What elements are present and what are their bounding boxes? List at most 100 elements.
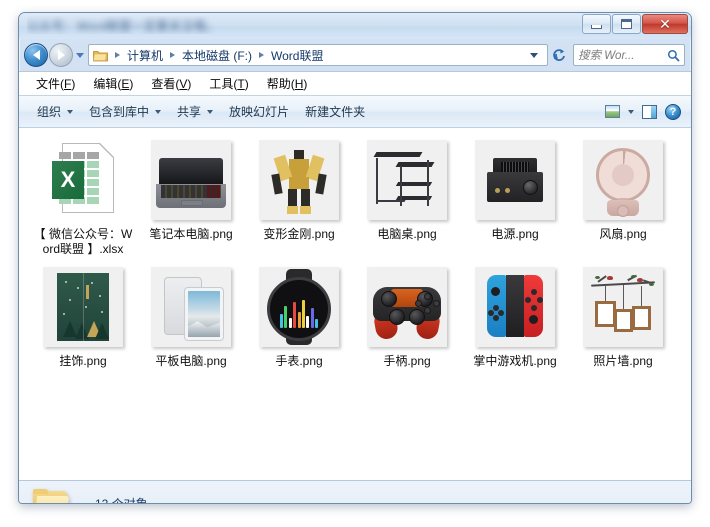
file-item-transformer[interactable]: 变形金刚.png: [245, 136, 353, 263]
minimize-button[interactable]: [582, 14, 611, 34]
breadcrumb-item-0[interactable]: 计算机: [125, 47, 165, 64]
window-title-text: 公众号：Word联盟一定要关注哦。: [27, 18, 219, 33]
toolbar-organize-button[interactable]: 组织: [29, 100, 81, 123]
address-dropdown-icon[interactable]: [530, 52, 538, 58]
folder-icon: [93, 50, 108, 61]
close-icon: ✕: [659, 16, 671, 32]
search-input[interactable]: 搜索 Wor...: [578, 47, 667, 63]
file-item-laptop[interactable]: 笔记本电脑.png: [137, 136, 245, 263]
search-box[interactable]: 搜索 Wor...: [573, 44, 685, 66]
file-thumbnail: [259, 267, 339, 347]
menu-bar: 文件(F) 编辑(E) 查看(V) 工具(T) 帮助(H): [19, 71, 691, 95]
handheld-console-image: [475, 267, 555, 347]
transformer-image: [259, 140, 339, 220]
file-thumbnail: [151, 267, 231, 347]
help-button[interactable]: ?: [661, 102, 685, 122]
file-thumbnail: X: [43, 140, 123, 220]
chevron-down-icon: [628, 109, 634, 114]
file-item-photo-wall[interactable]: 照片墙.png: [569, 263, 677, 388]
address-bar[interactable]: 计算机 本地磁盘 (F:) Word联盟: [88, 44, 548, 66]
file-name: 变形金刚.png: [263, 227, 335, 241]
file-grid-row-1: X 【 微信公众号：Word联盟 】.xlsx 笔记本电脑.png 变形金刚.p…: [19, 136, 691, 263]
file-item-desk[interactable]: 电脑桌.png: [353, 136, 461, 263]
file-name: 电脑桌.png: [377, 227, 437, 241]
file-thumbnail: [367, 140, 447, 220]
file-name: 笔记本电脑.png: [149, 227, 233, 241]
back-button[interactable]: [24, 43, 48, 67]
minimize-icon: [591, 24, 602, 29]
file-name: 电源.png: [491, 227, 539, 241]
toolbar-include-in-library-label: 包含到库中: [89, 105, 150, 119]
toolbar-share-button[interactable]: 共享: [169, 100, 221, 123]
toolbar-new-folder-button[interactable]: 新建文件夹: [297, 100, 373, 123]
file-item-gamepad[interactable]: 手柄.png: [353, 263, 461, 388]
view-mode-icon: [605, 105, 620, 118]
power-supply-image: [475, 140, 555, 220]
forward-button[interactable]: [49, 43, 73, 67]
watch-image: [259, 267, 339, 347]
refresh-button[interactable]: [549, 44, 569, 66]
change-view-dropdown[interactable]: [624, 108, 638, 116]
toolbar: 组织 包含到库中 共享 放映幻灯片 新建文件夹 ?: [19, 95, 691, 128]
status-bar: 12 个对象: [19, 480, 691, 504]
file-thumbnail: [475, 267, 555, 347]
breadcrumb-item-1[interactable]: 本地磁盘 (F:): [180, 47, 254, 64]
file-item-ornament[interactable]: 挂饰.png: [29, 263, 137, 388]
address-bar-row: 计算机 本地磁盘 (F:) Word联盟 搜索 Wor...: [19, 39, 691, 71]
close-button[interactable]: ✕: [642, 14, 688, 34]
arrow-left-icon: [32, 50, 40, 60]
file-item-power-supply[interactable]: 电源.png: [461, 136, 569, 263]
file-thumbnail: [259, 140, 339, 220]
menu-item-tools[interactable]: 工具(T): [200, 73, 257, 94]
toolbar-slideshow-label: 放映幻灯片: [229, 105, 290, 119]
breadcrumb: 计算机 本地磁盘 (F:) Word联盟: [93, 47, 526, 64]
file-grid-row-2: 挂饰.png 平板电脑.png 手表.png 手柄.png 掌中游戏机.png …: [19, 263, 691, 388]
item-count-label: 12 个对象: [95, 496, 148, 504]
menu-item-view[interactable]: 查看(V): [142, 73, 200, 94]
breadcrumb-separator-1[interactable]: [170, 52, 176, 58]
file-name: 挂饰.png: [59, 354, 107, 368]
file-name: 照片墙.png: [593, 354, 653, 368]
window-title: 公众号：Word联盟一定要关注哦。: [27, 16, 317, 34]
file-list-area[interactable]: X 【 微信公众号：Word联盟 】.xlsx 笔记本电脑.png 变形金刚.p…: [19, 128, 691, 480]
chevron-down-icon: [207, 109, 214, 114]
change-view-button[interactable]: [601, 103, 624, 120]
menu-item-edit[interactable]: 编辑(E): [84, 73, 142, 94]
help-icon: ?: [665, 103, 681, 120]
breadcrumb-separator-2[interactable]: [259, 52, 265, 58]
file-item-fan[interactable]: 风扇.png: [569, 136, 677, 263]
fan-image: [583, 140, 663, 220]
toolbar-slideshow-button[interactable]: 放映幻灯片: [221, 100, 297, 123]
file-item-tablet[interactable]: 平板电脑.png: [137, 263, 245, 388]
history-dropdown-icon[interactable]: [76, 52, 84, 58]
folder-icon: [33, 489, 70, 503]
file-thumbnail: [583, 140, 663, 220]
breadcrumb-separator-0: [115, 52, 120, 58]
ornament-image: [43, 267, 123, 347]
desk-image: [367, 140, 447, 220]
file-thumbnail: [151, 140, 231, 220]
file-thumbnail: [583, 267, 663, 347]
chevron-down-icon: [155, 109, 162, 114]
file-item-watch[interactable]: 手表.png: [245, 263, 353, 388]
laptop-image: [151, 140, 231, 220]
file-thumbnail: [475, 140, 555, 220]
search-icon: [667, 49, 680, 62]
file-name: 【 微信公众号：Word联盟 】.xlsx: [33, 227, 133, 256]
file-item-excel[interactable]: X 【 微信公众号：Word联盟 】.xlsx: [29, 136, 137, 263]
file-thumbnail: [43, 267, 123, 347]
chevron-down-icon: [67, 109, 74, 114]
preview-pane-button[interactable]: [638, 103, 661, 121]
file-name: 掌中游戏机.png: [473, 354, 557, 368]
menu-item-help[interactable]: 帮助(H): [258, 73, 317, 94]
gamepad-image: [367, 267, 447, 347]
title-bar: 公众号：Word联盟一定要关注哦。 ✕: [19, 13, 691, 39]
refresh-icon: [553, 49, 565, 61]
menu-item-file[interactable]: 文件(F): [27, 73, 84, 94]
breadcrumb-item-2[interactable]: Word联盟: [269, 47, 325, 64]
maximize-button[interactable]: [612, 14, 641, 34]
file-item-handheld-console[interactable]: 掌中游戏机.png: [461, 263, 569, 388]
toolbar-organize-label: 组织: [37, 105, 62, 119]
toolbar-include-in-library-button[interactable]: 包含到库中: [81, 100, 169, 123]
file-name: 手柄.png: [383, 354, 431, 368]
